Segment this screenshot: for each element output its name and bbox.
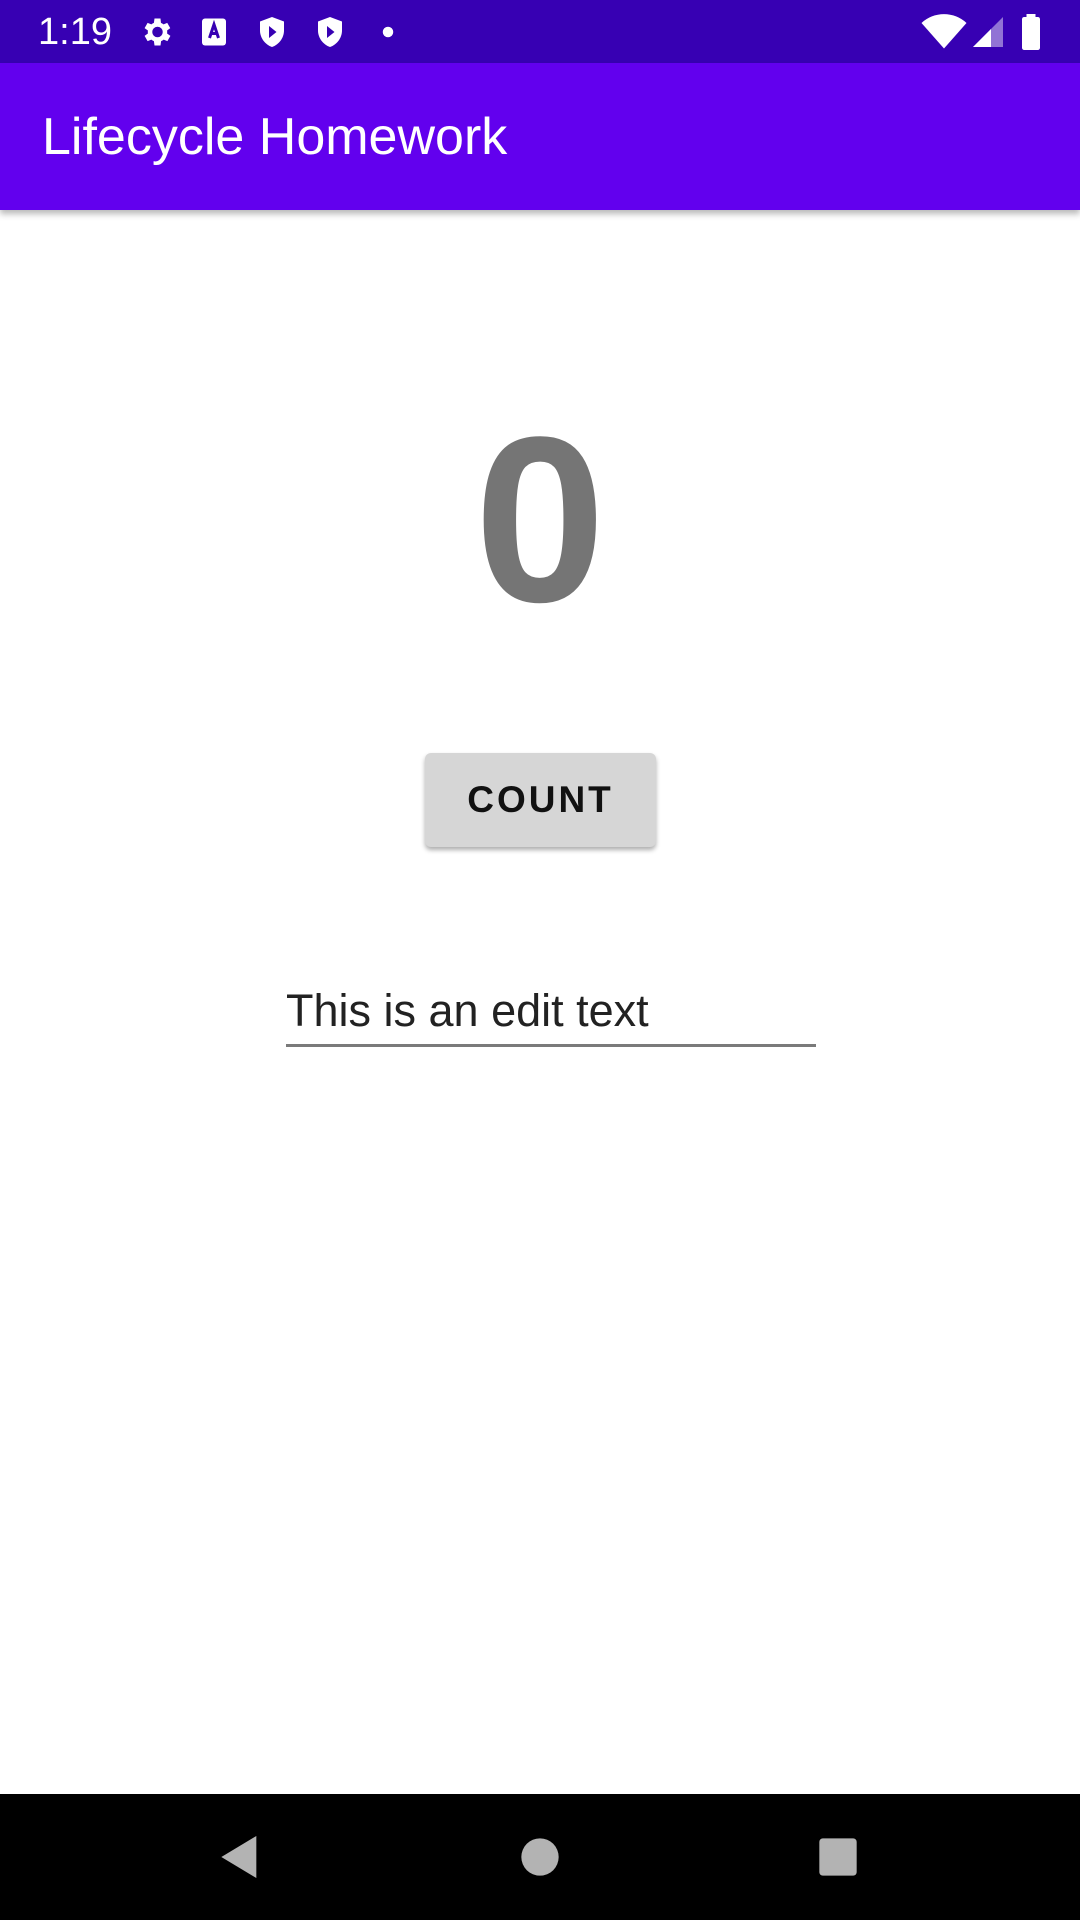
status-time: 1:19 xyxy=(38,11,112,53)
recents-icon[interactable] xyxy=(810,1829,866,1885)
status-bar: 1:19 xyxy=(0,0,1080,63)
count-button[interactable]: COUNT xyxy=(425,753,656,847)
main-content: 0 COUNT This is an edit text xyxy=(0,210,1080,1794)
edit-text-field[interactable]: This is an edit text xyxy=(286,970,816,1047)
play-protect-icon xyxy=(254,14,290,50)
navigation-bar xyxy=(0,1794,1080,1920)
back-icon[interactable] xyxy=(212,1829,268,1885)
app-title: Lifecycle Homework xyxy=(42,108,508,166)
accessibility-a-icon xyxy=(196,14,232,50)
battery-icon xyxy=(1018,14,1044,50)
dot-icon xyxy=(370,14,406,50)
signal-icon xyxy=(970,14,1006,50)
play-protect-icon xyxy=(312,14,348,50)
home-icon[interactable] xyxy=(512,1829,568,1885)
count-display: 0 xyxy=(474,388,606,652)
app-bar: Lifecycle Homework xyxy=(0,63,1080,210)
settings-icon xyxy=(138,14,174,50)
wifi-icon xyxy=(920,14,968,50)
